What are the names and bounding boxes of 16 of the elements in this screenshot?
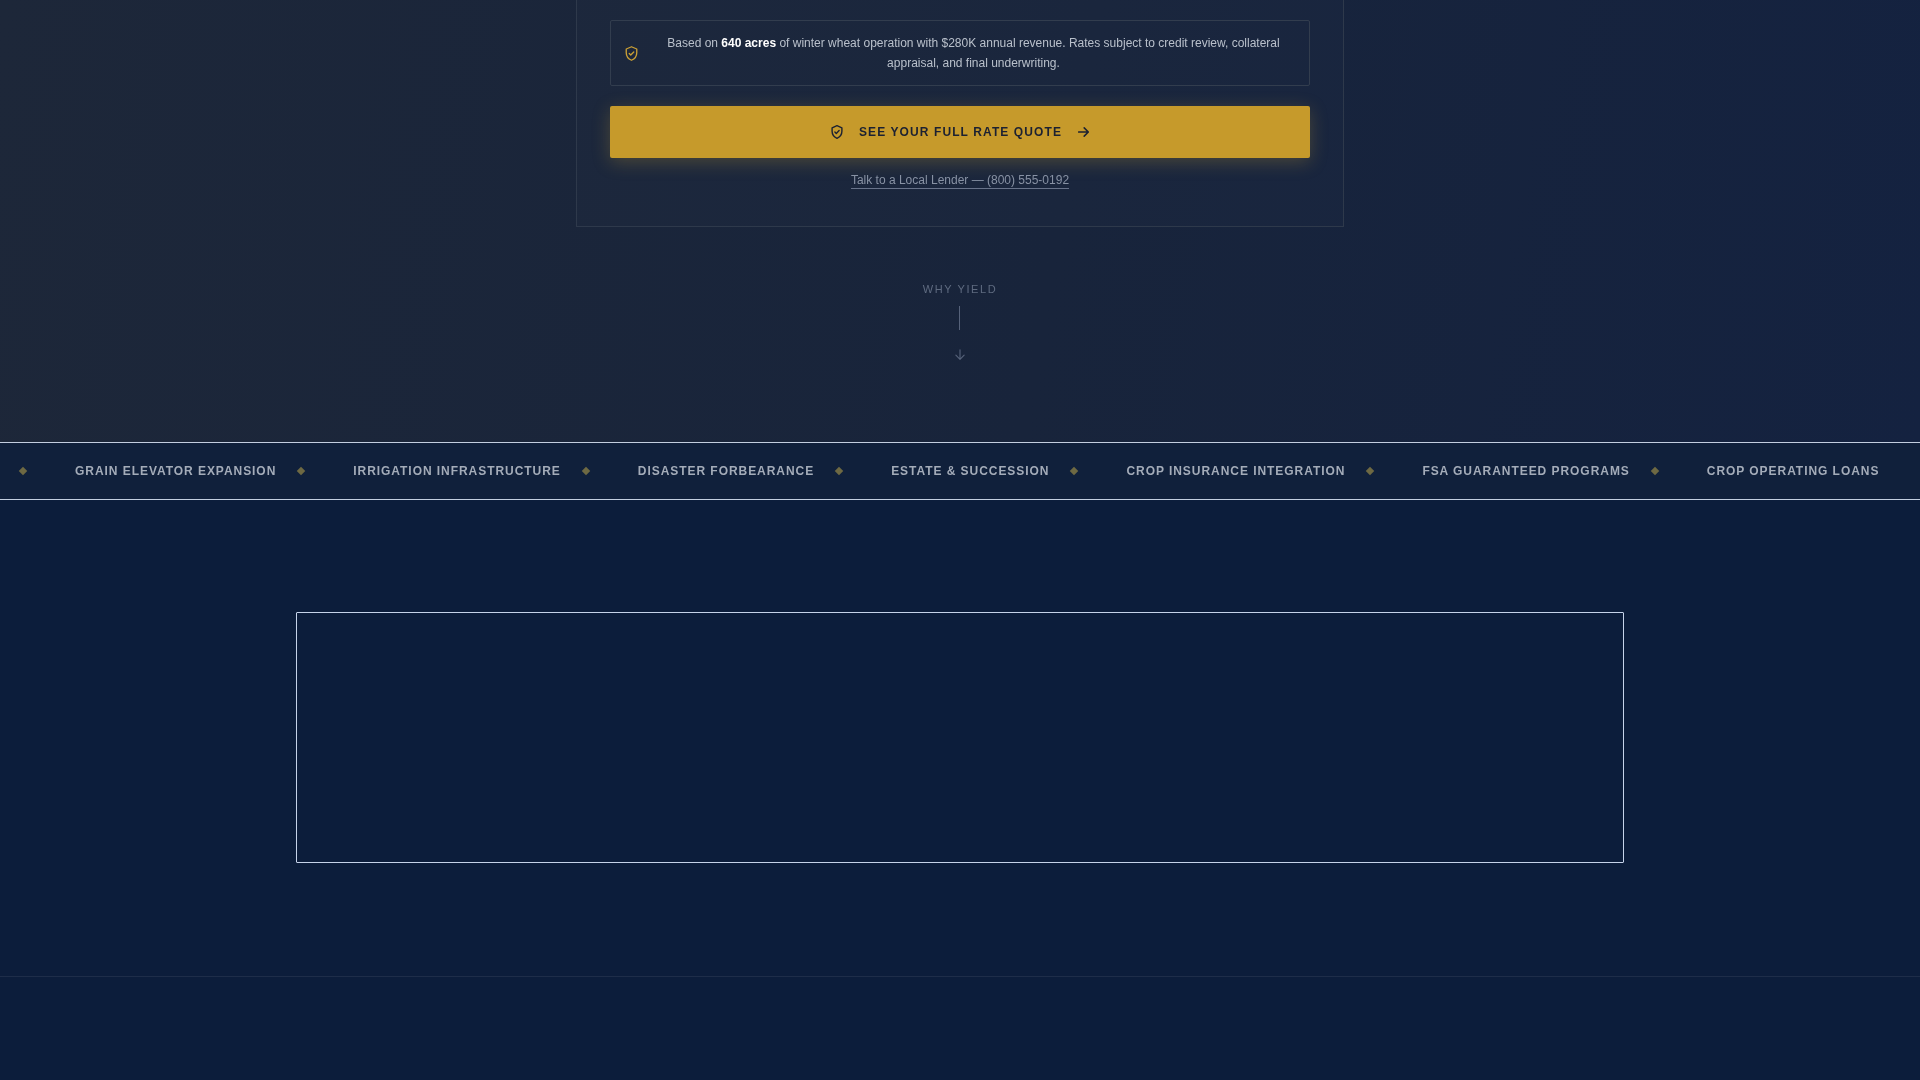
- rate-quote-button[interactable]: SEE YOUR FULL RATE QUOTE: [610, 106, 1310, 158]
- ticker-item: IRRIGATION INFRASTRUCTURE: [353, 464, 561, 478]
- ticker-item: CROP INSURANCE INTEGRATION: [1126, 464, 1346, 478]
- ticker-item: FSA GUARANTEED PROGRAMS: [1422, 464, 1630, 478]
- shield-check-icon: [830, 125, 843, 139]
- vertical-line: [959, 306, 961, 330]
- ticker-item: ESTATE & SUCCESSION: [891, 464, 1050, 478]
- ticker-item: DISASTER FORBEARANCE: [637, 464, 815, 478]
- shield-check-icon: [625, 45, 638, 61]
- ticker-item: GRAIN ELEVATOR EXPANSION: [75, 464, 277, 478]
- section-label: WHY YIELD: [922, 282, 998, 296]
- lender-phone-link[interactable]: Talk to a Local Lender — (800) 555-0192: [850, 173, 1070, 189]
- ticker-item: CROP OPERATING LOANS: [1706, 464, 1880, 478]
- disclaimer-text: Based on 640 acres of winter wheat operation with $280K annual revenue. Rates subject to credit review, collateral appraisal, and final underwriting.: [666, 35, 1281, 72]
- arrow-right-icon: [1078, 127, 1090, 137]
- arrow-down-icon: [955, 349, 965, 360]
